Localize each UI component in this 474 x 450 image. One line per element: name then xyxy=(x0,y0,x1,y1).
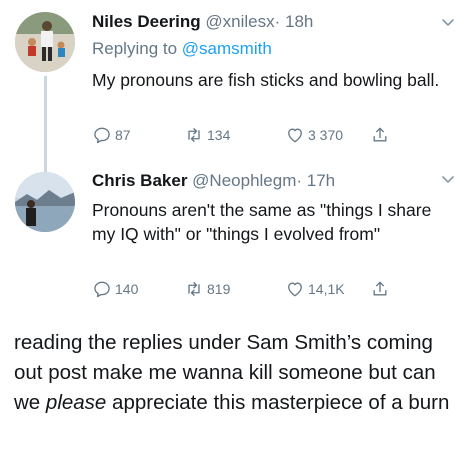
retweet-icon xyxy=(188,282,200,296)
reply-count: 140 xyxy=(115,281,139,297)
replying-to-handle[interactable]: @samsmith xyxy=(182,39,272,58)
timestamp[interactable]: · 17h xyxy=(296,171,335,190)
tweet-actions: 87 134 3 370 xyxy=(92,124,422,148)
share-icon xyxy=(373,127,387,142)
user-handle[interactable]: @Neophlegm xyxy=(192,171,296,190)
chevron-down-icon[interactable] xyxy=(440,171,456,187)
heart-icon xyxy=(288,282,302,297)
like-button[interactable]: 14,1K xyxy=(285,278,345,300)
tweet-text: Pronouns aren't the same as "things I sh… xyxy=(92,200,432,244)
caption-text: reading the replies under Sam Smith’s co… xyxy=(14,328,464,418)
caption-after: appreciate this masterpiece of a burn xyxy=(112,391,450,414)
user-handle[interactable]: @xnilesx xyxy=(205,12,274,31)
chevron-down-icon[interactable] xyxy=(440,14,456,30)
display-name[interactable]: Chris Baker xyxy=(92,171,187,190)
share-icon xyxy=(373,281,387,296)
share-button[interactable] xyxy=(370,278,393,300)
tweet-header: Niles Deering @xnilesx· 18h xyxy=(92,12,313,32)
avatar[interactable] xyxy=(15,172,75,232)
reply-count: 87 xyxy=(115,127,131,143)
avatar[interactable] xyxy=(15,12,75,72)
tweet-actions: 140 819 14,1K xyxy=(92,278,422,302)
replying-to-label: Replying to xyxy=(92,39,178,58)
like-count: 3 370 xyxy=(308,127,344,143)
caption-emphasis: please xyxy=(45,391,107,414)
reply-button[interactable]: 87 xyxy=(92,124,131,146)
heart-icon xyxy=(288,128,302,143)
share-button[interactable] xyxy=(370,124,393,146)
tweet-text: My pronouns are fish sticks and bowling … xyxy=(92,70,440,90)
tweet-header: Chris Baker @Neophlegm· 17h xyxy=(92,171,335,191)
retweet-button[interactable]: 819 xyxy=(184,278,230,300)
retweet-count: 134 xyxy=(207,127,231,143)
replying-to: Replying to @samsmith xyxy=(92,39,272,59)
reply-button[interactable]: 140 xyxy=(92,278,138,300)
timestamp[interactable]: · 18h xyxy=(275,12,314,31)
like-count: 14,1K xyxy=(308,281,345,297)
reply-icon xyxy=(94,127,110,144)
retweet-count: 819 xyxy=(207,281,231,297)
reply-icon xyxy=(94,281,110,298)
retweet-icon xyxy=(188,128,200,142)
display-name[interactable]: Niles Deering xyxy=(92,12,201,31)
like-button[interactable]: 3 370 xyxy=(285,124,343,146)
retweet-button[interactable]: 134 xyxy=(184,124,230,146)
tweet: Niles Deering @xnilesx· 18h Replying to … xyxy=(0,0,474,174)
